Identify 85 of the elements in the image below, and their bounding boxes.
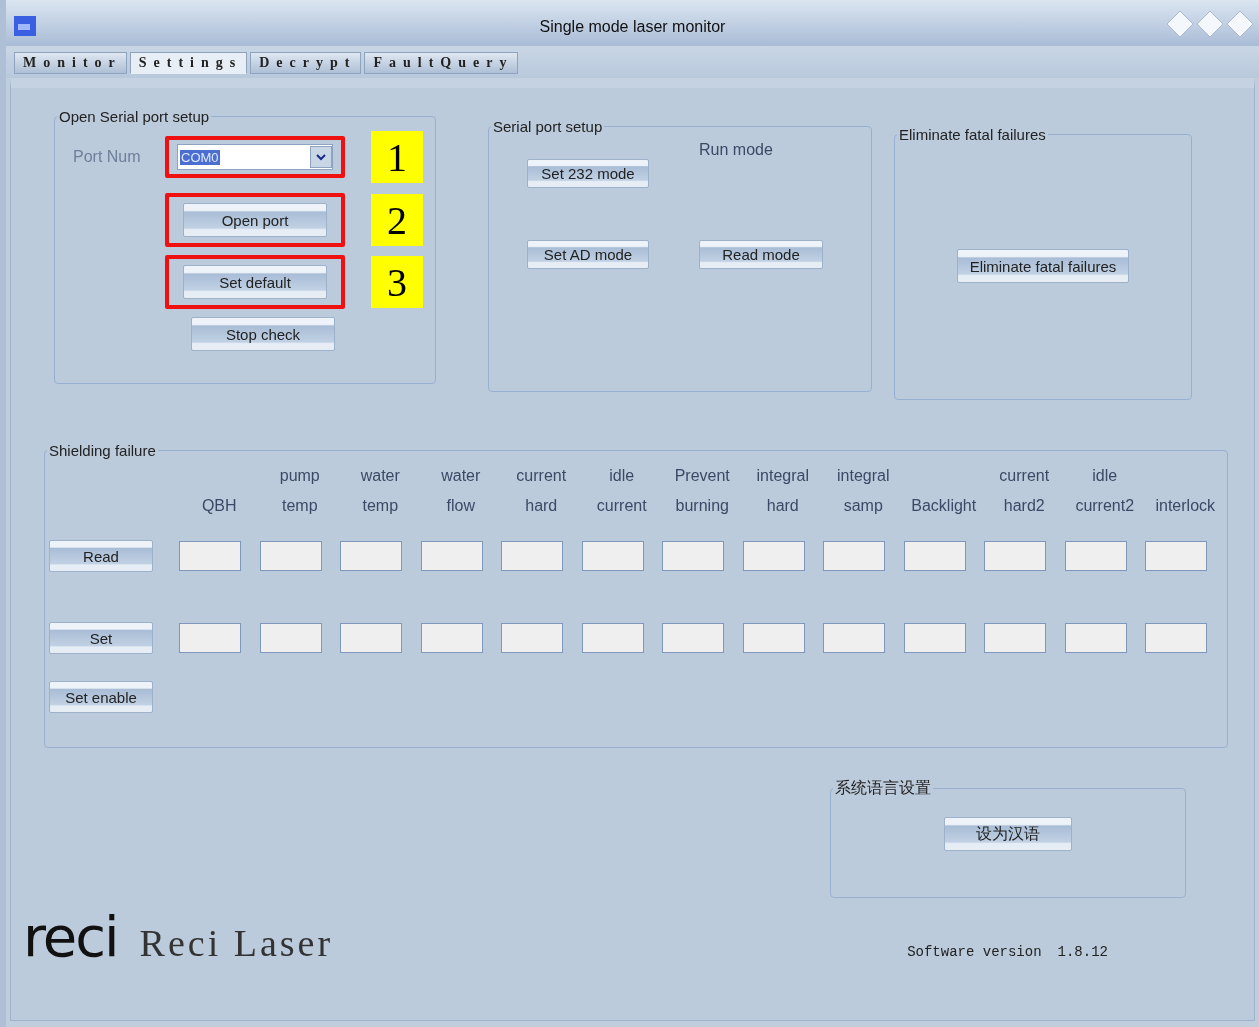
input-field[interactable] xyxy=(259,623,322,653)
input-field[interactable] xyxy=(501,623,563,653)
group-title: 系统语言设置 xyxy=(834,778,932,799)
run-mode-label: Run mode xyxy=(699,141,774,159)
column-label: burning xyxy=(675,497,729,515)
set-ad-mode-button[interactable]: Set AD mode xyxy=(527,240,649,269)
input-field[interactable] xyxy=(1145,541,1207,571)
group-title: Eliminate fatal failures xyxy=(898,126,1047,143)
window-control-icon[interactable] xyxy=(1195,9,1225,39)
column-label: integral xyxy=(756,467,809,485)
input-field[interactable] xyxy=(340,541,402,571)
callout-number: 1 xyxy=(371,131,423,183)
read-mode-button[interactable]: Read mode xyxy=(699,240,823,269)
column-label: Backlight xyxy=(911,497,977,515)
port-label: Port Num xyxy=(73,148,142,166)
column-label: temp xyxy=(281,497,318,515)
input-field[interactable] xyxy=(501,541,563,571)
window-control-icon[interactable] xyxy=(1165,9,1195,39)
stop-check-button[interactable]: Stop check xyxy=(191,317,335,351)
column-label: pump xyxy=(279,467,320,485)
input-field[interactable] xyxy=(1145,623,1207,653)
tab[interactable]: FaultQuery xyxy=(364,52,519,74)
tab[interactable]: Monitor xyxy=(14,52,127,74)
column-label: Prevent xyxy=(674,467,730,485)
callout-number: 2 xyxy=(371,194,423,246)
input-field[interactable] xyxy=(420,623,483,653)
logo: reci xyxy=(23,904,118,969)
shielding-button[interactable]: Set enable xyxy=(49,681,153,713)
column-label: hard2 xyxy=(1003,497,1045,515)
caret-icon xyxy=(310,146,332,168)
input-field[interactable] xyxy=(1064,541,1127,571)
input-field[interactable] xyxy=(259,541,322,571)
column-label: water xyxy=(441,467,481,485)
group-title: Open Serial port setup xyxy=(58,108,211,125)
input-field[interactable] xyxy=(1064,623,1127,653)
input-field[interactable] xyxy=(662,623,724,653)
window-title: Single mode laser monitor xyxy=(539,18,726,36)
open-port-button[interactable]: Open port xyxy=(183,203,327,237)
set-default-button[interactable]: Set default xyxy=(183,265,327,299)
group-title: Serial port setup xyxy=(492,118,604,135)
column-label: current xyxy=(516,467,567,485)
input-field[interactable] xyxy=(742,541,805,571)
shielding-button[interactable]: Set xyxy=(49,622,153,654)
version-number: 1.8.12 xyxy=(1057,944,1108,960)
tab[interactable]: Settings xyxy=(129,52,248,74)
column-label: current xyxy=(596,497,647,515)
input-field[interactable] xyxy=(662,541,724,571)
callout-number: 3 xyxy=(371,256,423,308)
column-label: hard xyxy=(766,497,799,515)
column-label: integral xyxy=(837,467,890,485)
column-label: interlock xyxy=(1155,497,1216,515)
input-field[interactable] xyxy=(823,541,885,571)
column-label: idle xyxy=(609,467,635,485)
column-label: temp xyxy=(362,497,399,515)
column-label: flow xyxy=(446,497,475,515)
input-field[interactable] xyxy=(179,541,241,571)
input-field[interactable] xyxy=(984,541,1046,571)
window-control-icon[interactable] xyxy=(1225,9,1255,39)
input-field[interactable] xyxy=(581,623,644,653)
input-field[interactable] xyxy=(420,541,483,571)
column-label: current2 xyxy=(1075,497,1135,515)
app-icon xyxy=(14,16,36,36)
tab[interactable]: Decrypt xyxy=(250,52,362,74)
input-field[interactable] xyxy=(742,623,805,653)
eliminate-failures-button[interactable]: Eliminate fatal failures xyxy=(956,249,1130,283)
set-232-mode-button[interactable]: Set 232 mode xyxy=(527,159,649,188)
column-label: samp xyxy=(843,497,883,515)
input-field[interactable] xyxy=(984,623,1046,653)
input-field[interactable] xyxy=(340,623,402,653)
input-field[interactable] xyxy=(903,541,966,571)
input-field[interactable] xyxy=(903,623,966,653)
group-title: Shielding failure xyxy=(48,442,157,459)
column-label: idle xyxy=(1092,467,1118,485)
column-label: current xyxy=(999,467,1050,485)
shielding-button[interactable]: Read xyxy=(49,540,153,572)
version-label: Software version xyxy=(907,944,1042,960)
input-field[interactable] xyxy=(823,623,885,653)
column-label: hard xyxy=(525,497,558,515)
column-label: QBH xyxy=(201,497,237,515)
input-field[interactable] xyxy=(581,541,644,571)
input-field[interactable] xyxy=(179,623,241,653)
brand-name: Reci Laser xyxy=(139,921,334,965)
set-chinese-button[interactable]: 设为汉语 xyxy=(944,817,1072,851)
port-dropdown[interactable]: COM0 xyxy=(177,144,333,170)
column-label: water xyxy=(360,467,400,485)
